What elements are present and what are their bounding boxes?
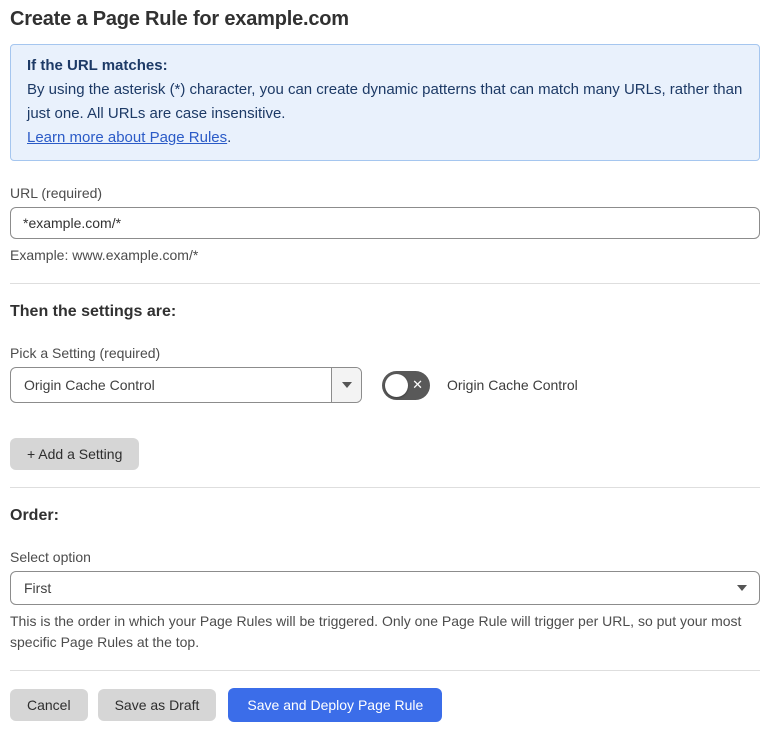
cancel-button[interactable]: Cancel bbox=[10, 689, 88, 721]
caret-down-icon bbox=[737, 585, 747, 591]
link-period: . bbox=[227, 129, 232, 146]
divider bbox=[10, 283, 760, 284]
info-box-body: By using the asterisk (*) character, you… bbox=[27, 78, 743, 150]
order-select[interactable]: First bbox=[10, 571, 760, 605]
settings-section-heading: Then the settings are: bbox=[10, 303, 177, 320]
add-setting-button[interactable]: + Add a Setting bbox=[10, 438, 140, 470]
save-as-draft-button[interactable]: Save as Draft bbox=[97, 689, 217, 721]
info-box-heading: If the URL matches: bbox=[27, 57, 168, 74]
toggle-off-x-icon: ✕ bbox=[412, 377, 423, 393]
url-match-info-box: If the URL matches: By using the asteris… bbox=[10, 44, 760, 161]
divider bbox=[10, 670, 760, 671]
url-field-label: URL (required) bbox=[10, 185, 103, 201]
url-example-helper: Example: www.example.com/* bbox=[10, 247, 199, 263]
footer-actions: Cancel Save as Draft Save and Deploy Pag… bbox=[10, 688, 760, 722]
create-page-rule-form: Create a Page Rule for example.com If th… bbox=[0, 0, 770, 734]
pick-setting-label: Pick a Setting (required) bbox=[10, 345, 161, 361]
setting-select-arrow-segment[interactable] bbox=[331, 368, 361, 402]
page-title: Create a Page Rule for example.com bbox=[10, 8, 349, 30]
setting-select-value: Origin Cache Control bbox=[24, 377, 155, 393]
caret-down-icon bbox=[341, 382, 352, 388]
url-input[interactable] bbox=[10, 207, 760, 239]
setting-select[interactable]: Origin Cache Control bbox=[10, 367, 362, 403]
order-helper-text: This is the order in which your Page Rul… bbox=[10, 613, 742, 650]
order-select-caret-wrap bbox=[725, 585, 759, 591]
divider bbox=[10, 487, 760, 488]
toggle-label: Origin Cache Control bbox=[447, 377, 578, 393]
order-select-value: First bbox=[24, 580, 52, 596]
learn-more-link[interactable]: Learn more about Page Rules bbox=[27, 129, 227, 146]
toggle-knob bbox=[385, 373, 408, 397]
origin-cache-control-toggle[interactable]: ✕ bbox=[382, 370, 430, 400]
order-select-label: Select option bbox=[10, 549, 91, 565]
info-box-body-text: By using the asterisk (*) character, you… bbox=[27, 81, 743, 122]
order-section-heading: Order: bbox=[10, 507, 59, 524]
save-and-deploy-button[interactable]: Save and Deploy Page Rule bbox=[228, 688, 443, 722]
setting-row: Origin Cache Control ✕ Origin Cache Cont… bbox=[10, 367, 760, 403]
